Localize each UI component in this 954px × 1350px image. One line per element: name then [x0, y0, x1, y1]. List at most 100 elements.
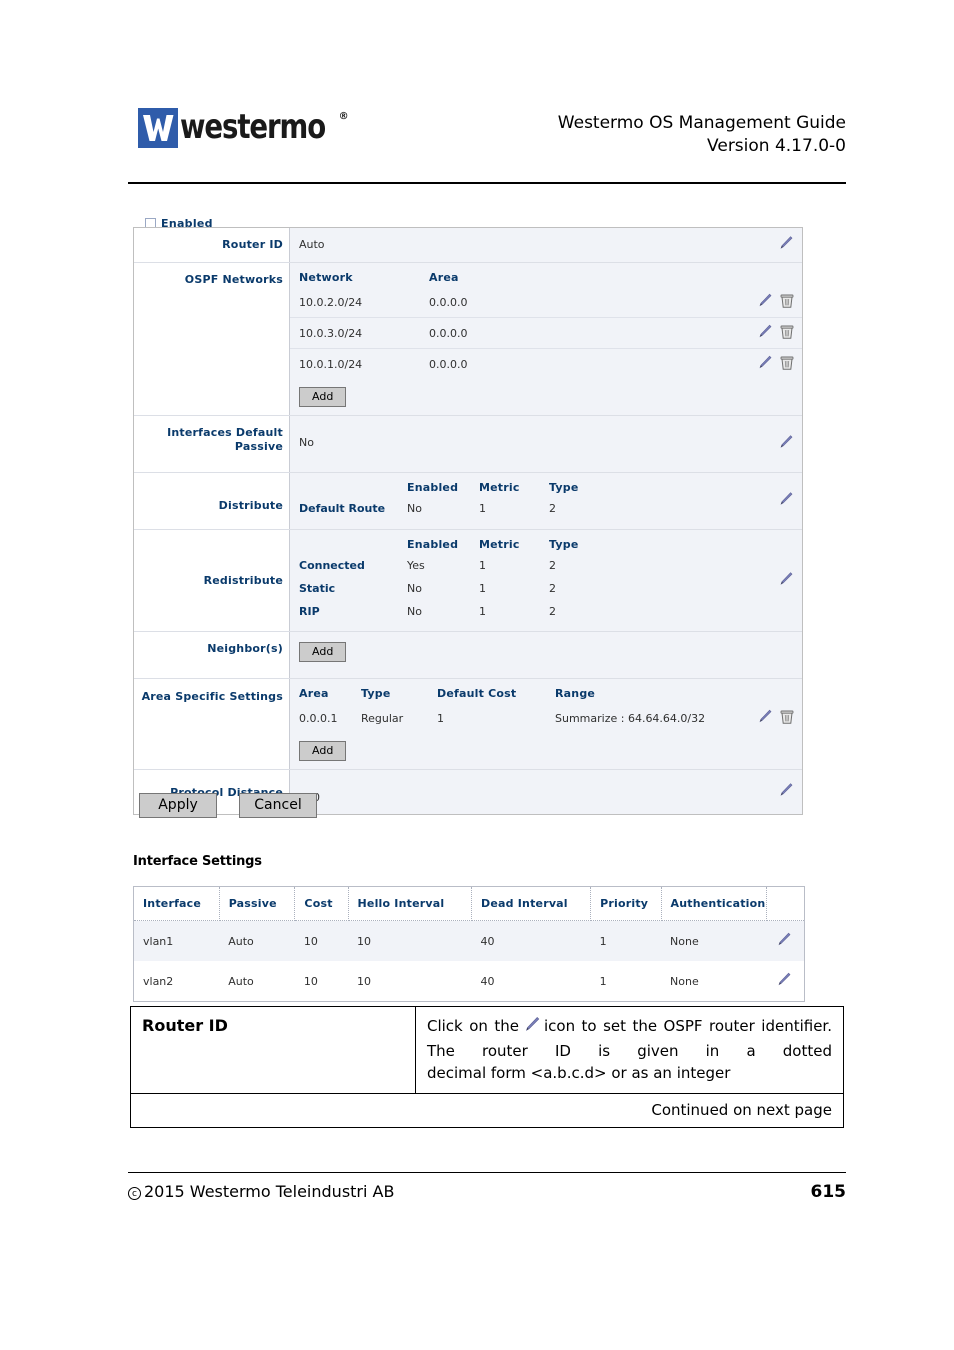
col-actions	[747, 263, 802, 287]
edit-pencil-icon[interactable]	[775, 932, 792, 951]
col-actions	[747, 679, 802, 703]
parameter-description-table: Router ID Click on the icon to set the OS…	[130, 1006, 844, 1128]
cell-network: 10.0.1.0/24	[290, 348, 420, 379]
delete-trash-icon[interactable]	[780, 324, 794, 343]
description-definition: Click on the icon to set the OSPF router …	[415, 1006, 844, 1094]
table-row: 10.0.3.0/24 0.0.0.0	[290, 317, 802, 349]
cell-actions	[747, 317, 802, 349]
apply-button[interactable]: Apply	[139, 793, 217, 818]
row-router-id: Router ID Auto	[134, 228, 802, 263]
edit-pencil-icon[interactable]	[777, 782, 794, 803]
edit-pencil-icon[interactable]	[777, 491, 794, 512]
cell-interface: vlan2	[143, 974, 174, 988]
col-area: Area	[299, 687, 329, 700]
cell-metric: 1	[479, 582, 486, 595]
footer-divider	[128, 1172, 846, 1173]
col-authentication: Authentication	[661, 886, 767, 921]
table-row: 10.0.2.0/24 0.0.0.0	[290, 287, 802, 318]
edit-pencil-icon[interactable]	[777, 570, 794, 591]
edit-pencil-icon[interactable]	[777, 434, 794, 455]
enabled-checkbox[interactable]	[145, 218, 156, 227]
header-divider	[128, 182, 846, 184]
col-metric: Metric	[479, 481, 520, 494]
cell-authentication: None	[661, 920, 766, 961]
cell-dead-interval: 40	[480, 974, 495, 988]
col-priority: Priority	[590, 886, 662, 921]
page-header: westermo ® Westermo OS Management Guide …	[128, 100, 846, 170]
cell-enabled: No	[407, 582, 422, 595]
cancel-button[interactable]: Cancel	[239, 793, 317, 818]
cell-priority: 1	[599, 974, 607, 988]
edit-pencil-icon[interactable]	[756, 292, 773, 312]
delete-trash-icon[interactable]	[780, 293, 794, 312]
cell-area: 0.0.0.0	[429, 295, 468, 309]
table-row: Static No 1 2	[290, 577, 802, 600]
interfaces-default-passive-value: No	[299, 436, 314, 449]
cell-range: Summarize : 64.64.64.0/32	[555, 711, 706, 725]
row-neighbors: Neighbor(s) Add	[134, 632, 802, 679]
value-redistribute: Enabled Metric Type Connected Yes 1 2 St…	[290, 530, 802, 631]
neighbors-add-wrap: Add	[290, 632, 802, 670]
col-redistribute-name	[290, 530, 398, 554]
edit-pencil-icon[interactable]	[756, 708, 773, 728]
col-enabled: Enabled	[407, 538, 459, 551]
col-metric: Metric	[479, 538, 520, 551]
cell-redistribute-name: RIP	[299, 605, 320, 618]
table-row: Connected Yes 1 2	[290, 554, 802, 577]
edit-pencil-icon[interactable]	[775, 972, 792, 991]
cell-default-cost: 1	[437, 711, 444, 725]
redistribute-table: Enabled Metric Type Connected Yes 1 2 St…	[290, 530, 802, 623]
cell-type: Regular	[361, 711, 404, 725]
table-header-row: Network Area	[290, 263, 802, 287]
value-distribute: Enabled Metric Type Default Route No 1 2	[290, 473, 802, 529]
col-type: Type	[361, 687, 391, 700]
cell-type: 2	[549, 559, 556, 572]
copyright-icon: c	[128, 1187, 141, 1200]
description-term: Router ID	[130, 1006, 416, 1094]
label-router-id: Router ID	[134, 228, 290, 262]
cell-area: 0.0.0.0	[420, 348, 747, 379]
interfaces-default-passive-actions	[777, 434, 794, 455]
value-protocol-distance: 110	[290, 770, 802, 814]
col-actions	[766, 886, 805, 921]
delete-trash-icon[interactable]	[780, 709, 794, 728]
description-text-before-icon: Click on the	[427, 1017, 519, 1035]
cell-network: 10.0.2.0/24	[299, 295, 363, 309]
cell-actions	[747, 703, 802, 733]
label-interfaces-default-passive: Interfaces Default Passive	[134, 416, 290, 472]
cell-network: 10.0.3.0/24	[290, 317, 420, 349]
row-interfaces-default-passive: Interfaces Default Passive No	[134, 416, 802, 473]
label-line1: Interfaces Default	[167, 426, 283, 439]
westermo-logo: westermo ®	[138, 108, 349, 148]
cell-enabled: No	[407, 502, 422, 515]
registered-mark-icon: ®	[338, 111, 349, 122]
table-header-row: Interface Passive Cost Hello Interval De…	[133, 886, 805, 921]
enabled-label: Enabled	[161, 218, 213, 227]
table-header-row: Area Type Default Cost Range	[290, 679, 802, 703]
col-range: Range	[555, 687, 596, 700]
col-interface: Interface	[133, 886, 220, 921]
westermo-logo-text: westermo	[180, 107, 326, 148]
continued-on-next-page: Continued on next page	[130, 1093, 844, 1128]
page-footer: c 2015 Westermo Teleindustri AB 615	[128, 1182, 846, 1202]
value-router-id: Auto	[290, 228, 802, 262]
edit-pencil-icon[interactable]	[756, 323, 773, 343]
add-neighbor-button[interactable]: Add	[299, 642, 347, 662]
label-redistribute: Redistribute	[134, 530, 290, 631]
distribute-table: Enabled Metric Type Default Route No 1 2	[290, 473, 802, 520]
cell-distribute-name: Default Route	[299, 502, 386, 515]
add-ospf-network-button[interactable]: Add	[299, 387, 347, 407]
col-network: Network	[299, 271, 353, 284]
edit-pencil-icon[interactable]	[777, 235, 794, 256]
col-passive: Passive	[219, 886, 296, 921]
cell-authentication: None	[670, 974, 699, 988]
label-line2: Passive	[234, 440, 283, 453]
protocol-distance-actions	[777, 782, 794, 803]
cell-actions	[747, 348, 802, 379]
add-area-button[interactable]: Add	[299, 741, 347, 761]
delete-trash-icon[interactable]	[780, 355, 794, 374]
cell-area: 0.0.0.1	[299, 711, 338, 725]
value-interfaces-default-passive: No	[290, 416, 802, 472]
enabled-row-clipped[interactable]: Enabled	[145, 218, 275, 227]
edit-pencil-icon[interactable]	[756, 354, 773, 374]
